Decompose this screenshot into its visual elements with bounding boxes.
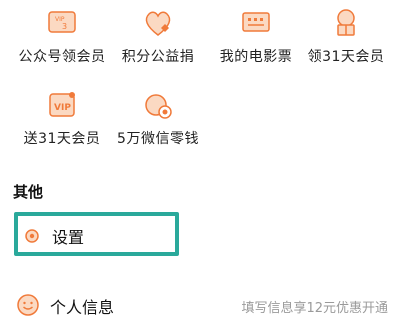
settings-label: 设置 [52, 228, 85, 247]
svg-text:3: 3 [62, 22, 67, 31]
grid-item-label: 领31天会员 [307, 49, 385, 65]
grid-item-label: 送31天会员 [23, 131, 101, 147]
heart-charity-icon [145, 11, 171, 36]
feature-grid-row-2: VIP 送31天会员 5万微信零钱 [0, 88, 400, 168]
vip-card-icon: VIP 3 [48, 11, 76, 33]
smiley-chat-icon [17, 294, 39, 316]
vip-gift-card-icon: VIP [49, 92, 75, 117]
grid-item-label: 公众号领会员 [18, 49, 106, 65]
personal-info-hint: 填写信息享12元优惠开通 [241, 301, 388, 316]
svg-text:VIP: VIP [54, 103, 71, 113]
coin-bag-icon [145, 94, 172, 119]
personal-info-item[interactable]: 个人信息 填写信息享12元优惠开通 [0, 285, 400, 321]
feature-grid-row-1: VIP 3 公众号领会员 积分公益捐 我的电影票 领31天会员 [0, 6, 400, 86]
personal-info-label: 个人信息 [50, 298, 115, 317]
grid-item-label: 积分公益捐 [121, 49, 195, 65]
movie-ticket-icon [242, 12, 270, 32]
settings-item[interactable]: 设置 [14, 212, 179, 256]
gear-icon [25, 229, 39, 243]
gift-tree-icon [337, 9, 355, 36]
section-title-other: 其他 [13, 183, 44, 201]
grid-item-label: 5万微信零钱 [117, 131, 199, 147]
grid-item-label: 我的电影票 [219, 49, 293, 65]
